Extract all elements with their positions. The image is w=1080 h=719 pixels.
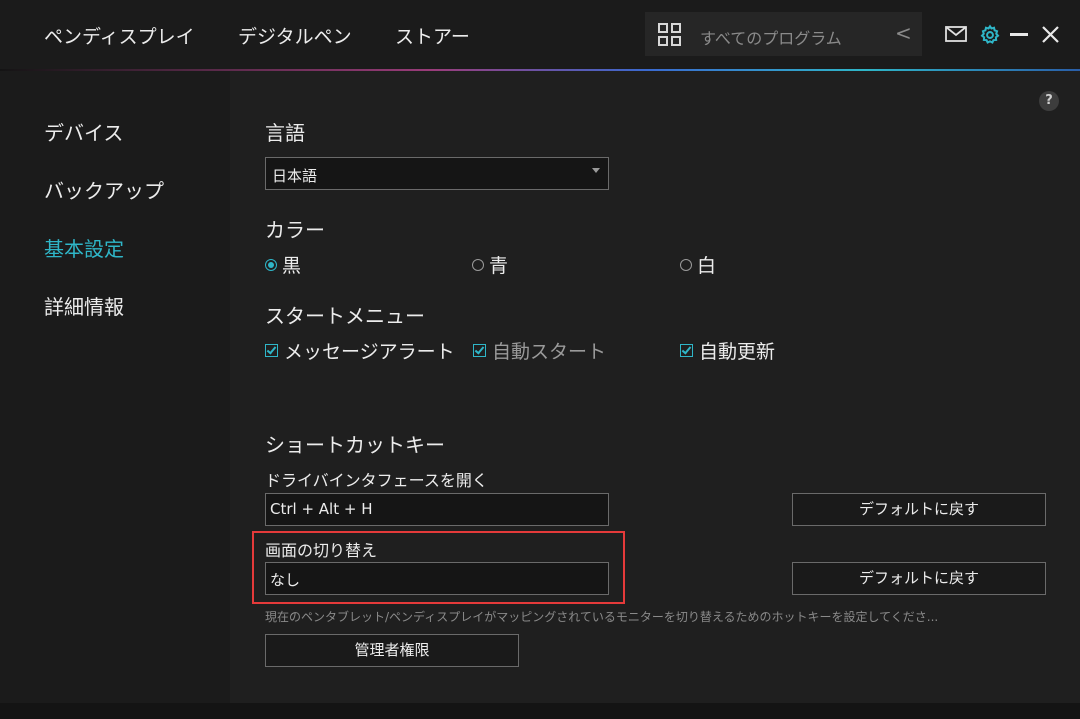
radio-icon bbox=[680, 258, 692, 271]
sidebar: デバイス バックアップ 基本設定 詳細情報 bbox=[0, 71, 230, 703]
shortcut-input-switch-screen[interactable]: なし bbox=[265, 562, 609, 595]
shortcut-title: ショートカットキー bbox=[265, 433, 445, 457]
start-menu-title: スタートメニュー bbox=[265, 304, 425, 328]
shortcut-hint: 現在のペンタブレット/ペンディスプレイがマッピングされているモニターを切り替える… bbox=[265, 610, 939, 624]
nav-digital-pen[interactable]: デジタルペン bbox=[238, 22, 352, 49]
bottom-strip bbox=[0, 703, 1080, 719]
checkbox-label: メッセージアラート bbox=[284, 341, 455, 363]
checkbox-label: 自動更新 bbox=[699, 341, 776, 363]
color-radio-black[interactable]: 黒 bbox=[265, 251, 301, 278]
nav-store[interactable]: ストアー bbox=[395, 22, 470, 49]
sidebar-item-backup[interactable]: バックアップ bbox=[44, 175, 164, 204]
color-radio-white[interactable]: 白 bbox=[680, 251, 716, 278]
shortcut-input-open-driver[interactable]: Ctrl + Alt + H bbox=[265, 493, 609, 526]
reset-default-button-2[interactable]: デフォルトに戻す bbox=[792, 562, 1046, 595]
radio-icon bbox=[472, 258, 484, 271]
radio-label: 青 bbox=[489, 255, 509, 277]
checkbox-checked-icon bbox=[680, 344, 693, 357]
language-value: 日本語 bbox=[272, 167, 318, 185]
language-title: 言語 bbox=[265, 121, 305, 145]
checkbox-auto-start[interactable]: 自動スタート bbox=[473, 337, 606, 364]
checkbox-auto-update[interactable]: 自動更新 bbox=[680, 337, 775, 364]
settings-panel: ? 言語 日本語 カラー 黒 青 白 スタートメニュー メッセージアラート 自動… bbox=[230, 71, 1080, 703]
search-placeholder: すべてのプログラム bbox=[700, 29, 842, 48]
radio-label: 白 bbox=[697, 255, 717, 277]
color-radio-blue[interactable]: 青 bbox=[472, 251, 508, 278]
checkbox-message-alert[interactable]: メッセージアラート bbox=[265, 337, 455, 364]
top-bar: ペンディスプレイ デジタルペン ストアー すべてのプログラム < bbox=[0, 0, 1080, 69]
sidebar-item-basic-settings[interactable]: 基本設定 bbox=[44, 233, 124, 262]
color-title: カラー bbox=[265, 218, 325, 242]
checkbox-label: 自動スタート bbox=[492, 341, 607, 363]
close-icon[interactable] bbox=[1042, 26, 1059, 43]
sidebar-item-details[interactable]: 詳細情報 bbox=[44, 291, 124, 320]
language-select[interactable]: 日本語 bbox=[265, 157, 609, 190]
checkbox-checked-icon bbox=[265, 344, 278, 357]
radio-label: 黒 bbox=[282, 255, 302, 277]
reset-default-button-1[interactable]: デフォルトに戻す bbox=[792, 493, 1046, 526]
apps-grid-icon bbox=[658, 23, 681, 46]
checkbox-checked-icon bbox=[473, 344, 486, 357]
nav-pen-display[interactable]: ペンディスプレイ bbox=[44, 22, 195, 49]
radio-checked-icon bbox=[265, 258, 277, 271]
shortcut-label-open-driver: ドライバインタフェースを開く bbox=[265, 471, 488, 490]
chevron-left-icon[interactable]: < bbox=[895, 21, 912, 45]
program-search[interactable]: すべてのプログラム < bbox=[645, 12, 922, 56]
sidebar-item-device[interactable]: デバイス bbox=[44, 117, 123, 146]
mail-icon[interactable] bbox=[945, 25, 967, 43]
caret-down-icon bbox=[592, 168, 600, 173]
help-icon[interactable]: ? bbox=[1039, 91, 1059, 111]
minimize-icon[interactable] bbox=[1010, 33, 1028, 37]
shortcut-label-switch-screen: 画面の切り替え bbox=[265, 541, 378, 560]
admin-rights-button[interactable]: 管理者権限 bbox=[265, 634, 519, 667]
gear-icon[interactable] bbox=[979, 24, 1001, 46]
